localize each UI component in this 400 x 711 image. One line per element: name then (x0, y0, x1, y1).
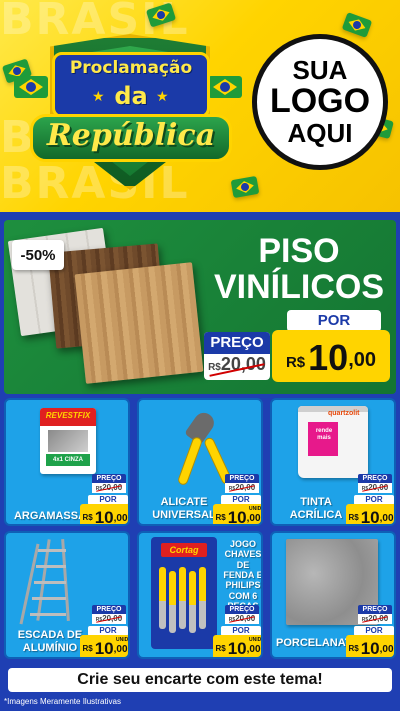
preco-label: PREÇO (92, 474, 126, 483)
product-name: JOGO CHAVES DE FENDA E PHILIPS COM 6 PEÇ… (223, 539, 263, 611)
unit-label: UNID (249, 637, 262, 643)
product-card-alicate[interactable]: ALICATE UNIVERSAL PREÇO R$20,00 POR R$10… (137, 398, 263, 526)
product-name: TINTA ACRÍLICA (289, 496, 343, 521)
product-name: ESCADA DE ALUMÍNIO (17, 629, 83, 654)
featured-product-card[interactable]: -50% PISO VINÍLICOS POR PREÇO R$20,00 R$… (4, 220, 396, 394)
product-image: quartzolit rende mais (298, 406, 368, 478)
product-name: PORCELANATO (276, 637, 360, 649)
product-name: ARGAMASSA (13, 510, 87, 522)
emblem-title-line2: da (114, 82, 148, 110)
discount-badge: -50% (12, 240, 64, 270)
product-card-argamassa[interactable]: REVESTFIX 4x1 CINZA ARGAMASSA PREÇO R$20… (4, 398, 130, 526)
new-price: R$ 10,00 (285, 337, 377, 378)
star-icon: ★ (92, 88, 105, 104)
product-card-escada[interactable]: ESCADA DE ALUMÍNIO PREÇO R$20,00 POR R$1… (4, 531, 130, 659)
product-image (19, 538, 84, 625)
brazil-flag-icon (14, 76, 48, 98)
header-banner: BRASIL BRASIL BRASIL Proclamação da ★ ★ … (0, 0, 400, 212)
preco-label: PREÇO (204, 332, 270, 354)
featured-product-name: PISO VINÍLICOS (213, 232, 385, 306)
price: R$ 10,00 (80, 504, 128, 524)
product-card-jogo-chaves[interactable]: Cortag JOGO CHAVES DE FENDA E PHILIPS CO… (137, 531, 263, 659)
preco-label: PREÇO (358, 605, 392, 614)
unit-label: UNID (249, 506, 262, 512)
disclaimer-text: *Imagens Meramente Ilustrativas (4, 697, 121, 706)
preco-label: PREÇO (225, 474, 259, 483)
star-icon: ★ (156, 88, 169, 104)
price: R$ 10,00 (346, 504, 394, 524)
brazil-flag-icon (341, 12, 373, 38)
proclamacao-emblem: Proclamação da ★ ★ República (12, 34, 248, 192)
preco-label: PREÇO (92, 605, 126, 614)
cta-banner[interactable]: Crie seu encarte com este tema! (8, 668, 392, 692)
product-image: Cortag (151, 537, 217, 649)
unit-label: UNID (116, 637, 129, 643)
preco-label: PREÇO (225, 605, 259, 614)
emblem-title-line1: Proclamação (69, 58, 193, 78)
product-card-tinta[interactable]: quartzolit rende mais TINTA ACRÍLICA PRE… (270, 398, 396, 526)
brazil-flag-icon (208, 76, 242, 98)
product-card-porcelanato[interactable]: PORCELANATO PREÇO R$20,00 POR R$10,00 (270, 531, 396, 659)
emblem-title-line3: República (46, 118, 216, 153)
product-image (74, 262, 204, 384)
preco-label: PREÇO (358, 474, 392, 483)
logo-placeholder[interactable]: SUA LOGO AQUI (252, 34, 388, 170)
por-label: POR (287, 310, 381, 332)
price: R$ 10,00 (346, 635, 394, 657)
product-image: REVESTFIX 4x1 CINZA (40, 408, 96, 474)
